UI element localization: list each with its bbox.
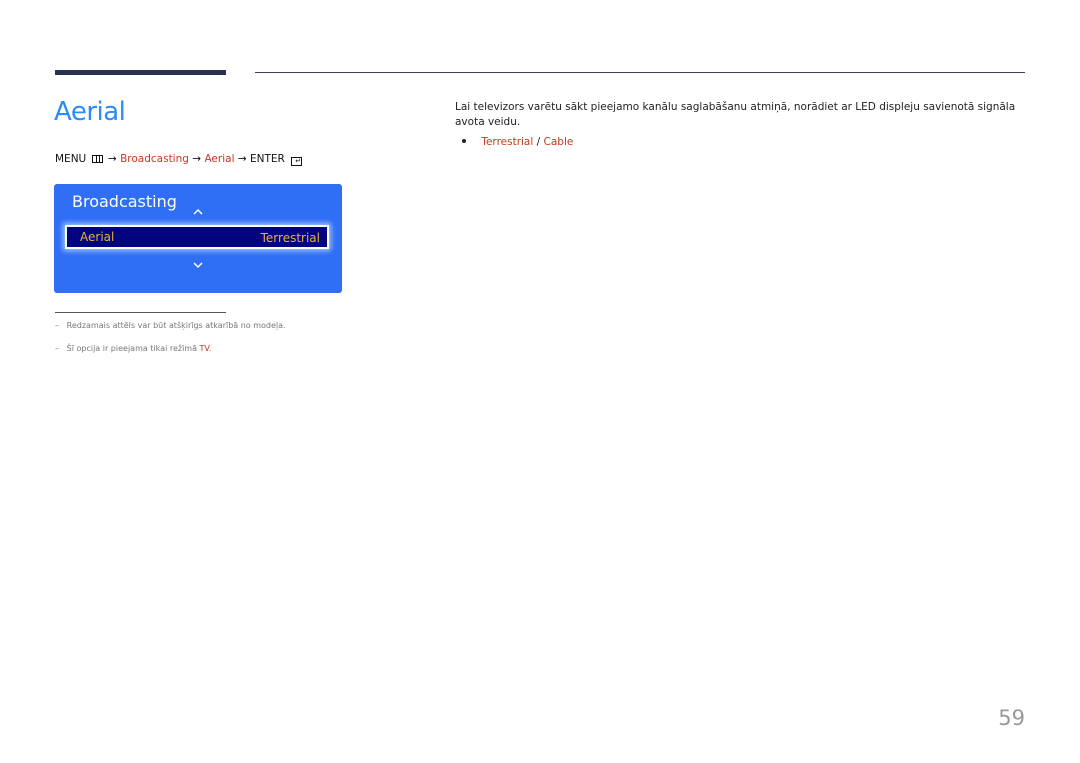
chevron-down-icon[interactable] [192, 261, 204, 271]
menu-label: MENU [55, 153, 87, 165]
note-text-end: . [208, 344, 212, 353]
note-dash: – [55, 344, 59, 353]
header-bar-thin [255, 72, 1025, 73]
option-terrestrial: Terrestrial [481, 136, 534, 148]
menu-path: MENU → Broadcasting → Aerial → ENTER ↵ [55, 153, 303, 166]
note-item: – Redzamais attēls var būt atšķirīgs atk… [55, 321, 286, 330]
aerial-label: Aerial [80, 230, 115, 244]
arrow-icon: → [192, 153, 202, 165]
description-text: Lai televizors varētu sākt pieejamo kanā… [455, 101, 1016, 128]
bullet-icon [462, 139, 466, 143]
aerial-value: Terrestrial [260, 231, 320, 245]
notes-divider [55, 312, 226, 313]
note-dash: – [55, 321, 59, 330]
option-separator: / [533, 136, 544, 148]
arrow-icon: → [107, 153, 117, 165]
page-title: Aerial [54, 97, 126, 127]
aerial-selected-row[interactable]: Aerial Terrestrial [65, 225, 329, 249]
enter-icon: ↵ [291, 157, 303, 166]
header-bar-thick [55, 70, 226, 75]
menu-path-broadcasting: Broadcasting [120, 153, 189, 165]
note-highlight-tv: TV [199, 344, 209, 353]
note-text: Šī opcija ir pieejama tikai režīmā [66, 344, 200, 353]
osd-broadcasting-panel: Broadcasting Aerial Terrestrial [54, 184, 342, 293]
enter-label: ENTER [249, 153, 285, 165]
note-item: – Šī opcija ir pieejama tikai režīmā TV. [55, 344, 211, 353]
menu-icon [91, 155, 103, 163]
option-cable: Cable [543, 136, 574, 148]
chevron-up-icon[interactable] [192, 208, 204, 218]
page-number: 59 [998, 706, 1025, 730]
panel-title: Broadcasting [72, 192, 177, 211]
menu-path-aerial: Aerial [204, 153, 235, 165]
note-text: Redzamais attēls var būt atšķirīgs atkar… [66, 321, 286, 330]
arrow-icon: → [237, 153, 247, 165]
options-list-item: Terrestrial / Cable [462, 136, 573, 148]
